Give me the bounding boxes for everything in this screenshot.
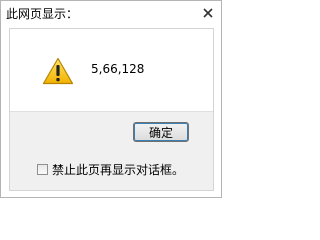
ok-button-label: 确定: [148, 125, 173, 140]
close-button[interactable]: [199, 4, 217, 22]
suppress-dialogs-option[interactable]: 禁止此页再显示对话框。: [37, 161, 184, 178]
dialog-content: 5,66,128 确定 禁止此页再显示对话框。: [9, 28, 214, 191]
warning-icon: [42, 57, 74, 85]
message-area: 5,66,128: [10, 29, 213, 112]
ok-button[interactable]: 确定: [133, 122, 189, 142]
close-icon: [203, 8, 213, 18]
message-text: 5,66,128: [91, 62, 145, 76]
alert-dialog: 此网页显示： 5,66,128 确定 禁止此页再显示对话框。: [0, 0, 222, 198]
suppress-label: 禁止此页再显示对话框。: [52, 163, 185, 177]
dialog-titlebar: 此网页显示：: [1, 1, 221, 27]
dialog-title: 此网页显示：: [6, 7, 79, 21]
suppress-checkbox[interactable]: [37, 164, 48, 175]
